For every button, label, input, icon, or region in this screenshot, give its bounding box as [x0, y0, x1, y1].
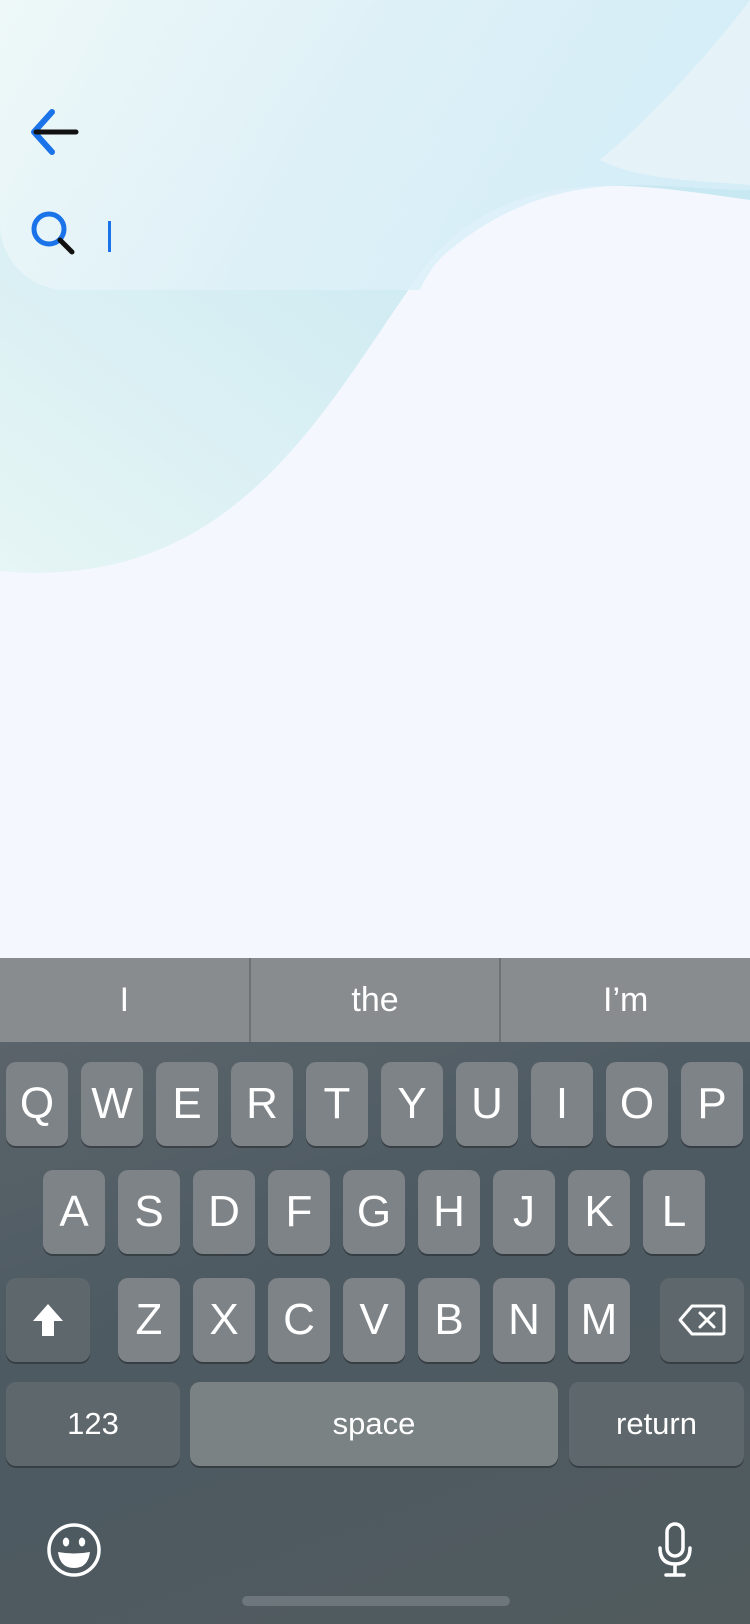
emoji-icon[interactable]	[46, 1522, 102, 1578]
text-caret	[108, 221, 111, 252]
delete-key[interactable]	[660, 1278, 744, 1362]
return-key[interactable]: return	[569, 1382, 744, 1466]
key-z[interactable]: Z	[118, 1278, 180, 1362]
key-s[interactable]: S	[118, 1170, 180, 1254]
key-b[interactable]: B	[418, 1278, 480, 1362]
shift-key[interactable]	[6, 1278, 90, 1362]
key-i[interactable]: I	[531, 1062, 593, 1146]
home-indicator	[242, 1596, 510, 1606]
key-t[interactable]: T	[306, 1062, 368, 1146]
key-c[interactable]: C	[268, 1278, 330, 1362]
key-k[interactable]: K	[568, 1170, 630, 1254]
key-h[interactable]: H	[418, 1170, 480, 1254]
arrow-left-icon	[31, 109, 79, 155]
prediction-item[interactable]: I	[0, 958, 249, 1042]
key-g[interactable]: G	[343, 1170, 405, 1254]
space-key[interactable]: space	[190, 1382, 558, 1466]
prediction-item[interactable]: the	[251, 958, 500, 1042]
search-input[interactable]	[100, 206, 704, 266]
keyboard: I the I’m Q W E R T Y U I O P A S D F G …	[0, 958, 750, 1624]
key-y[interactable]: Y	[381, 1062, 443, 1146]
key-f[interactable]: F	[268, 1170, 330, 1254]
key-q[interactable]: Q	[6, 1062, 68, 1146]
delete-backspace-icon	[678, 1304, 726, 1336]
prediction-bar: I the I’m	[0, 958, 750, 1042]
key-u[interactable]: U	[456, 1062, 518, 1146]
key-p[interactable]: P	[681, 1062, 743, 1146]
magnifier-icon	[31, 211, 75, 255]
key-r[interactable]: R	[231, 1062, 293, 1146]
key-w[interactable]: W	[81, 1062, 143, 1146]
key-v[interactable]: V	[343, 1278, 405, 1362]
shift-icon	[33, 1304, 63, 1336]
key-d[interactable]: D	[193, 1170, 255, 1254]
microphone-icon[interactable]	[656, 1522, 694, 1578]
numbers-key[interactable]: 123	[6, 1382, 180, 1466]
key-x[interactable]: X	[193, 1278, 255, 1362]
key-n[interactable]: N	[493, 1278, 555, 1362]
key-a[interactable]: A	[43, 1170, 105, 1254]
key-l[interactable]: L	[643, 1170, 705, 1254]
key-e[interactable]: E	[156, 1062, 218, 1146]
prediction-item[interactable]: I’m	[501, 958, 750, 1042]
key-j[interactable]: J	[493, 1170, 555, 1254]
back-button[interactable]	[26, 106, 82, 158]
key-o[interactable]: O	[606, 1062, 668, 1146]
key-m[interactable]: M	[568, 1278, 630, 1362]
